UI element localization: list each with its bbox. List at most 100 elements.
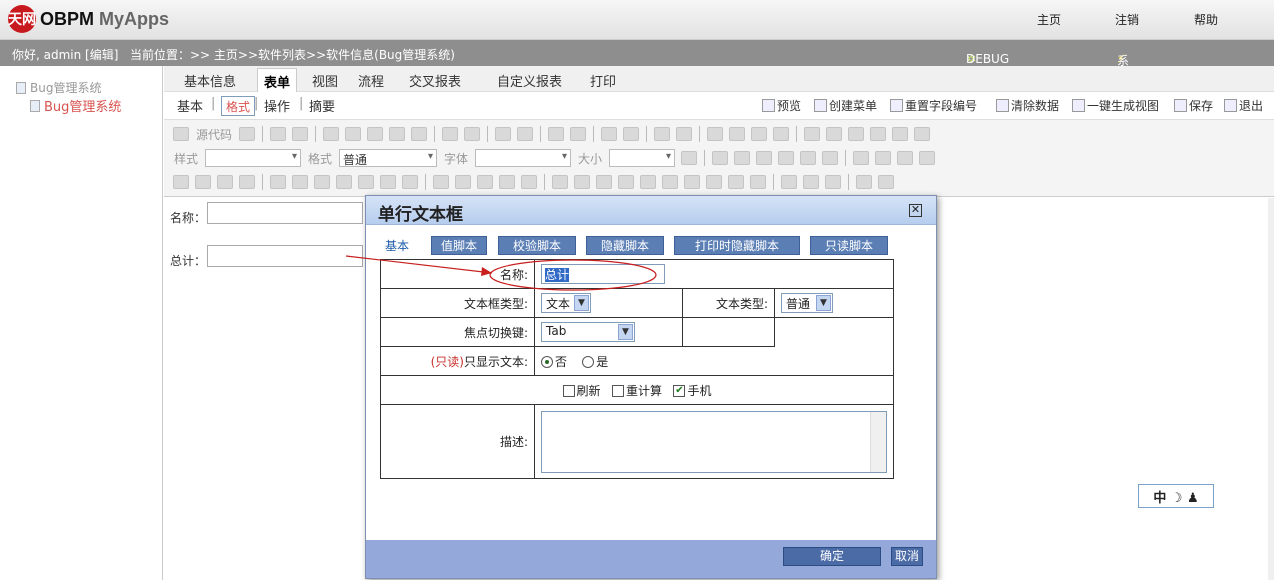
text-type-select[interactable]: 普通 ▼: [781, 293, 833, 313]
remove-format-icon[interactable]: [623, 127, 640, 141]
recalc-checkbox[interactable]: [611, 385, 624, 397]
exit-button[interactable]: 退出: [1224, 97, 1263, 114]
bold-icon[interactable]: [712, 151, 729, 165]
italic-icon[interactable]: [734, 151, 751, 165]
tab-cross-report[interactable]: 交叉报表: [409, 71, 461, 90]
close-icon[interactable]: ✕: [909, 204, 922, 217]
preview-icon[interactable]: [270, 127, 287, 141]
tab-readonly-script[interactable]: 只读脚本: [810, 236, 888, 255]
logout-link[interactable]: 注销: [1115, 11, 1139, 28]
photo-icon[interactable]: [706, 175, 722, 189]
focus-key-select[interactable]: Tab ▼: [541, 322, 635, 342]
source-button[interactable]: 源代码: [196, 126, 232, 143]
user-greeting[interactable]: 你好, admin [编辑]: [12, 46, 118, 63]
department-icon[interactable]: [336, 175, 352, 189]
preview-button[interactable]: 预览: [762, 97, 801, 114]
smiley-icon[interactable]: [892, 127, 909, 141]
print-icon[interactable]: [292, 127, 309, 141]
select-field-icon[interactable]: [270, 175, 286, 189]
comment-icon[interactable]: [574, 175, 590, 189]
replace-icon[interactable]: [570, 127, 587, 141]
tab-print[interactable]: 打印: [590, 71, 616, 90]
radio-yes[interactable]: [582, 356, 595, 368]
align-center-icon[interactable]: [875, 151, 892, 165]
button-field-icon[interactable]: [380, 175, 396, 189]
div-icon[interactable]: [773, 127, 790, 141]
flash-icon[interactable]: [826, 127, 843, 141]
date-field-icon[interactable]: [292, 175, 308, 189]
page-scrollbar[interactable]: [1268, 198, 1274, 580]
name-field-input[interactable]: [207, 202, 363, 224]
subscript-icon[interactable]: [800, 151, 817, 165]
radio-field-icon[interactable]: [195, 175, 211, 189]
tab-view[interactable]: 视图: [312, 71, 338, 90]
numbered-list-icon[interactable]: [654, 127, 671, 141]
cancel-button[interactable]: 取消: [891, 547, 923, 566]
paste-text-icon[interactable]: [389, 127, 406, 141]
tab-basic-info[interactable]: 基本信息: [184, 71, 236, 90]
clear-data-button[interactable]: 清除数据: [996, 97, 1059, 114]
subtab-format[interactable]: 格式: [221, 96, 256, 116]
include-icon[interactable]: [402, 175, 418, 189]
ime-toolbar[interactable]: 中 ☽ ♟: [1138, 484, 1214, 508]
map-icon[interactable]: [618, 175, 634, 189]
mobile-checkbox[interactable]: ✔: [673, 385, 686, 397]
link-icon[interactable]: [781, 175, 797, 189]
radio-no[interactable]: [541, 356, 553, 368]
size-select[interactable]: [609, 149, 676, 167]
align-left-icon[interactable]: [853, 151, 870, 165]
font-select[interactable]: [475, 149, 572, 167]
horizontal-rule-icon[interactable]: [870, 127, 887, 141]
folder-icon[interactable]: [684, 175, 700, 189]
suggest-icon[interactable]: [477, 175, 493, 189]
user-field-icon[interactable]: [358, 175, 374, 189]
subtab-basic[interactable]: 基本: [177, 96, 203, 115]
blockquote-icon[interactable]: [751, 127, 768, 141]
description-textarea[interactable]: [541, 410, 887, 473]
total-field-input[interactable]: [207, 245, 363, 267]
align-right-icon[interactable]: [897, 151, 914, 165]
cut-icon[interactable]: [323, 127, 340, 141]
attachment-icon[interactable]: [433, 175, 449, 189]
checkbox-field-icon[interactable]: [173, 175, 189, 189]
pen-icon[interactable]: [552, 175, 568, 189]
refresh-checkbox[interactable]: [562, 385, 575, 397]
report-icon[interactable]: [728, 175, 744, 189]
select-all-icon[interactable]: [601, 127, 618, 141]
source-icon[interactable]: [173, 127, 189, 141]
outdent-icon[interactable]: [707, 127, 724, 141]
reset-field-button[interactable]: 重置字段编号: [890, 97, 977, 114]
justify-icon[interactable]: [919, 151, 936, 165]
image-icon[interactable]: [804, 127, 821, 141]
zoom-icon[interactable]: [681, 151, 698, 165]
textarea-icon[interactable]: [239, 175, 255, 189]
subtab-summary[interactable]: 摘要: [309, 96, 335, 115]
unlink-icon[interactable]: [803, 175, 819, 189]
paste-icon[interactable]: [367, 127, 384, 141]
flow-icon[interactable]: [750, 175, 766, 189]
paste-word-icon[interactable]: [411, 127, 428, 141]
tree-field-icon[interactable]: [314, 175, 330, 189]
copy-icon[interactable]: [345, 127, 362, 141]
table-icon[interactable]: [848, 127, 865, 141]
style-select[interactable]: [205, 149, 302, 167]
tab-validate-script[interactable]: 校验脚本: [498, 236, 576, 255]
tree-child-item[interactable]: Bug管理系统: [30, 96, 121, 115]
help-link[interactable]: 帮助: [1194, 11, 1218, 28]
view-select-icon[interactable]: [521, 175, 537, 189]
image-upload-icon[interactable]: [455, 175, 471, 189]
tab-value-script[interactable]: 值脚本: [431, 236, 487, 255]
tab-base[interactable]: 基本: [385, 237, 409, 254]
tab-custom-report[interactable]: 自定义报表: [497, 71, 562, 90]
find-icon[interactable]: [548, 127, 565, 141]
redo-icon[interactable]: [517, 127, 534, 141]
name-input[interactable]: 总计: [541, 264, 665, 284]
undo-icon[interactable]: [495, 127, 512, 141]
calc-icon[interactable]: [499, 175, 515, 189]
strikethrough-icon[interactable]: [778, 151, 795, 165]
tab-hide-script[interactable]: 隐藏脚本: [586, 236, 664, 255]
indent-icon[interactable]: [729, 127, 746, 141]
textfield-icon[interactable]: [217, 175, 233, 189]
save-button[interactable]: 保存: [1174, 97, 1213, 114]
chart-icon[interactable]: [596, 175, 612, 189]
